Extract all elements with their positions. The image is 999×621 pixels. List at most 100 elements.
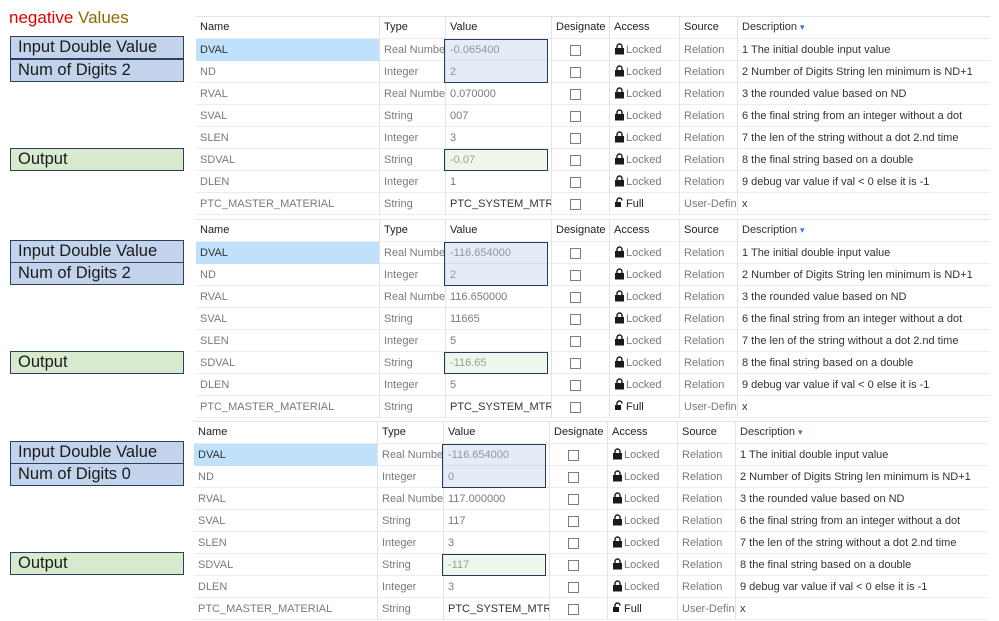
cell-value[interactable]: 3 xyxy=(444,576,550,598)
table-row[interactable]: SLEN Integer 3 Locked Relation 7 the len of t… xyxy=(194,532,988,554)
cell-source[interactable]: Relation xyxy=(680,39,738,61)
cell-access[interactable]: Full xyxy=(608,598,678,620)
cell-desc[interactable]: 2 Number of Digits String len minimum is… xyxy=(738,264,990,286)
cell-value[interactable]: PTC_SYSTEM_MTRL_PF xyxy=(446,193,552,215)
cell-value[interactable]: -116.654000 xyxy=(444,444,550,466)
cell-access[interactable]: Locked xyxy=(608,488,678,510)
cell-desc[interactable]: 6 the final string from an integer witho… xyxy=(738,308,990,330)
cell-value[interactable]: PTC_SYSTEM_MTRL_PF xyxy=(446,396,552,418)
designate-checkbox[interactable] xyxy=(570,401,581,413)
cell-value[interactable]: 007 xyxy=(446,105,552,127)
cell-value[interactable]: 3 xyxy=(444,532,550,554)
cell-access[interactable]: Locked xyxy=(610,105,680,127)
column-header-value[interactable]: Value xyxy=(446,17,552,39)
cell-access[interactable]: Locked xyxy=(610,171,680,193)
cell-type[interactable]: String xyxy=(380,308,446,330)
cell-name[interactable]: PTC_MASTER_MATERIAL xyxy=(196,396,380,418)
column-header-type[interactable]: Type xyxy=(380,220,446,242)
designate-checkbox[interactable] xyxy=(570,44,581,56)
table-row[interactable]: SDVAL String -0.07 Locked Relation 8 the fina… xyxy=(196,149,990,171)
designate-checkbox[interactable] xyxy=(570,66,581,78)
cell-value[interactable]: -117 xyxy=(444,554,550,576)
cell-type[interactable]: Integer xyxy=(380,127,446,149)
designate-checkbox[interactable] xyxy=(570,379,581,391)
cell-type[interactable]: String xyxy=(378,598,444,620)
cell-source[interactable]: Relation xyxy=(680,127,738,149)
cell-desc[interactable]: x xyxy=(738,396,990,418)
cell-access[interactable]: Locked xyxy=(610,61,680,83)
cell-desc[interactable]: 6 the final string from an integer witho… xyxy=(738,105,990,127)
column-header-name[interactable]: Name xyxy=(196,17,380,39)
table-row[interactable]: DLEN Integer 3 Locked Relation 9 debug var va… xyxy=(194,576,988,598)
table-row[interactable]: RVAL Real Number 117.000000 Locked Relation 3… xyxy=(194,488,988,510)
cell-value[interactable]: 5 xyxy=(446,330,552,352)
cell-type[interactable]: Integer xyxy=(380,374,446,396)
cell-source[interactable]: Relation xyxy=(680,308,738,330)
cell-source[interactable]: Relation xyxy=(678,532,736,554)
cell-type[interactable]: Real Number xyxy=(378,488,444,510)
table-row[interactable]: SVAL String 007 Locked Relation 6 the final s… xyxy=(196,105,990,127)
cell-source[interactable]: Relation xyxy=(678,576,736,598)
cell-source[interactable]: User-Defined xyxy=(680,396,738,418)
cell-desc[interactable]: 6 the final string from an integer witho… xyxy=(736,510,988,532)
cell-name[interactable]: SVAL xyxy=(196,308,380,330)
cell-type[interactable]: String xyxy=(378,510,444,532)
cell-type[interactable]: Integer xyxy=(378,466,444,488)
table-row[interactable]: ND Integer 2 Locked Relation 2 Number of Digi… xyxy=(196,264,990,286)
designate-checkbox[interactable] xyxy=(568,493,579,505)
table-row[interactable]: SVAL String 117 Locked Relation 6 the final s… xyxy=(194,510,988,532)
cell-source[interactable]: Relation xyxy=(680,264,738,286)
cell-name[interactable]: DLEN xyxy=(196,374,380,396)
designate-checkbox[interactable] xyxy=(568,449,579,461)
cell-source[interactable]: Relation xyxy=(680,105,738,127)
table-row[interactable]: ND Integer 0 Locked Relation 2 Number of Digi… xyxy=(194,466,988,488)
sort-filter-icon[interactable]: ▾ xyxy=(800,22,805,32)
table-row[interactable]: SLEN Integer 3 Locked Relation 7 the len of t… xyxy=(196,127,990,149)
cell-value[interactable]: 117 xyxy=(444,510,550,532)
cell-desc[interactable]: 3 the rounded value based on ND xyxy=(738,83,990,105)
cell-desc[interactable]: 2 Number of Digits String len minimum is… xyxy=(738,61,990,83)
column-header-source[interactable]: Source xyxy=(680,220,738,242)
cell-type[interactable]: Integer xyxy=(380,61,446,83)
table-row[interactable]: ND Integer 2 Locked Relation 2 Number of Digi… xyxy=(196,61,990,83)
cell-value[interactable]: 11665 xyxy=(446,308,552,330)
cell-access[interactable]: Locked xyxy=(608,576,678,598)
cell-type[interactable]: Integer xyxy=(380,330,446,352)
cell-type[interactable]: String xyxy=(380,193,446,215)
cell-access[interactable]: Locked xyxy=(610,374,680,396)
designate-checkbox[interactable] xyxy=(568,537,579,549)
column-header-desc[interactable]: Description ▾ xyxy=(738,17,990,39)
column-header-designate[interactable]: Designate xyxy=(552,17,610,39)
cell-access[interactable]: Locked xyxy=(608,444,678,466)
cell-source[interactable]: Relation xyxy=(680,242,738,264)
cell-access[interactable]: Locked xyxy=(610,83,680,105)
cell-access[interactable]: Locked xyxy=(608,532,678,554)
designate-checkbox[interactable] xyxy=(568,603,579,615)
cell-value[interactable]: 3 xyxy=(446,127,552,149)
designate-checkbox[interactable] xyxy=(570,132,581,144)
cell-name[interactable]: SVAL xyxy=(196,105,380,127)
cell-name[interactable]: DLEN xyxy=(194,576,378,598)
cell-access[interactable]: Locked xyxy=(610,127,680,149)
cell-access[interactable]: Locked xyxy=(610,286,680,308)
cell-name[interactable]: DLEN xyxy=(196,171,380,193)
column-header-type[interactable]: Type xyxy=(380,17,446,39)
cell-desc[interactable]: 8 the final string based on a double xyxy=(738,149,990,171)
cell-access[interactable]: Locked xyxy=(610,39,680,61)
cell-source[interactable]: Relation xyxy=(680,83,738,105)
designate-checkbox[interactable] xyxy=(570,291,581,303)
cell-name[interactable]: ND xyxy=(194,466,378,488)
designate-checkbox[interactable] xyxy=(570,357,581,369)
cell-source[interactable]: Relation xyxy=(678,444,736,466)
cell-name[interactable]: RVAL xyxy=(196,286,380,308)
cell-desc[interactable]: 9 debug var value if val < 0 else it is … xyxy=(738,374,990,396)
cell-name[interactable]: DVAL xyxy=(196,39,380,61)
cell-desc[interactable]: 1 The initial double input value xyxy=(738,39,990,61)
cell-desc[interactable]: 8 the final string based on a double xyxy=(736,554,988,576)
cell-access[interactable]: Locked xyxy=(608,466,678,488)
cell-type[interactable]: String xyxy=(378,554,444,576)
cell-desc[interactable]: 3 the rounded value based on ND xyxy=(736,488,988,510)
cell-value[interactable]: 2 xyxy=(446,61,552,83)
cell-access[interactable]: Locked xyxy=(610,352,680,374)
table-row[interactable]: DLEN Integer 1 Locked Relation 9 debug var va… xyxy=(196,171,990,193)
